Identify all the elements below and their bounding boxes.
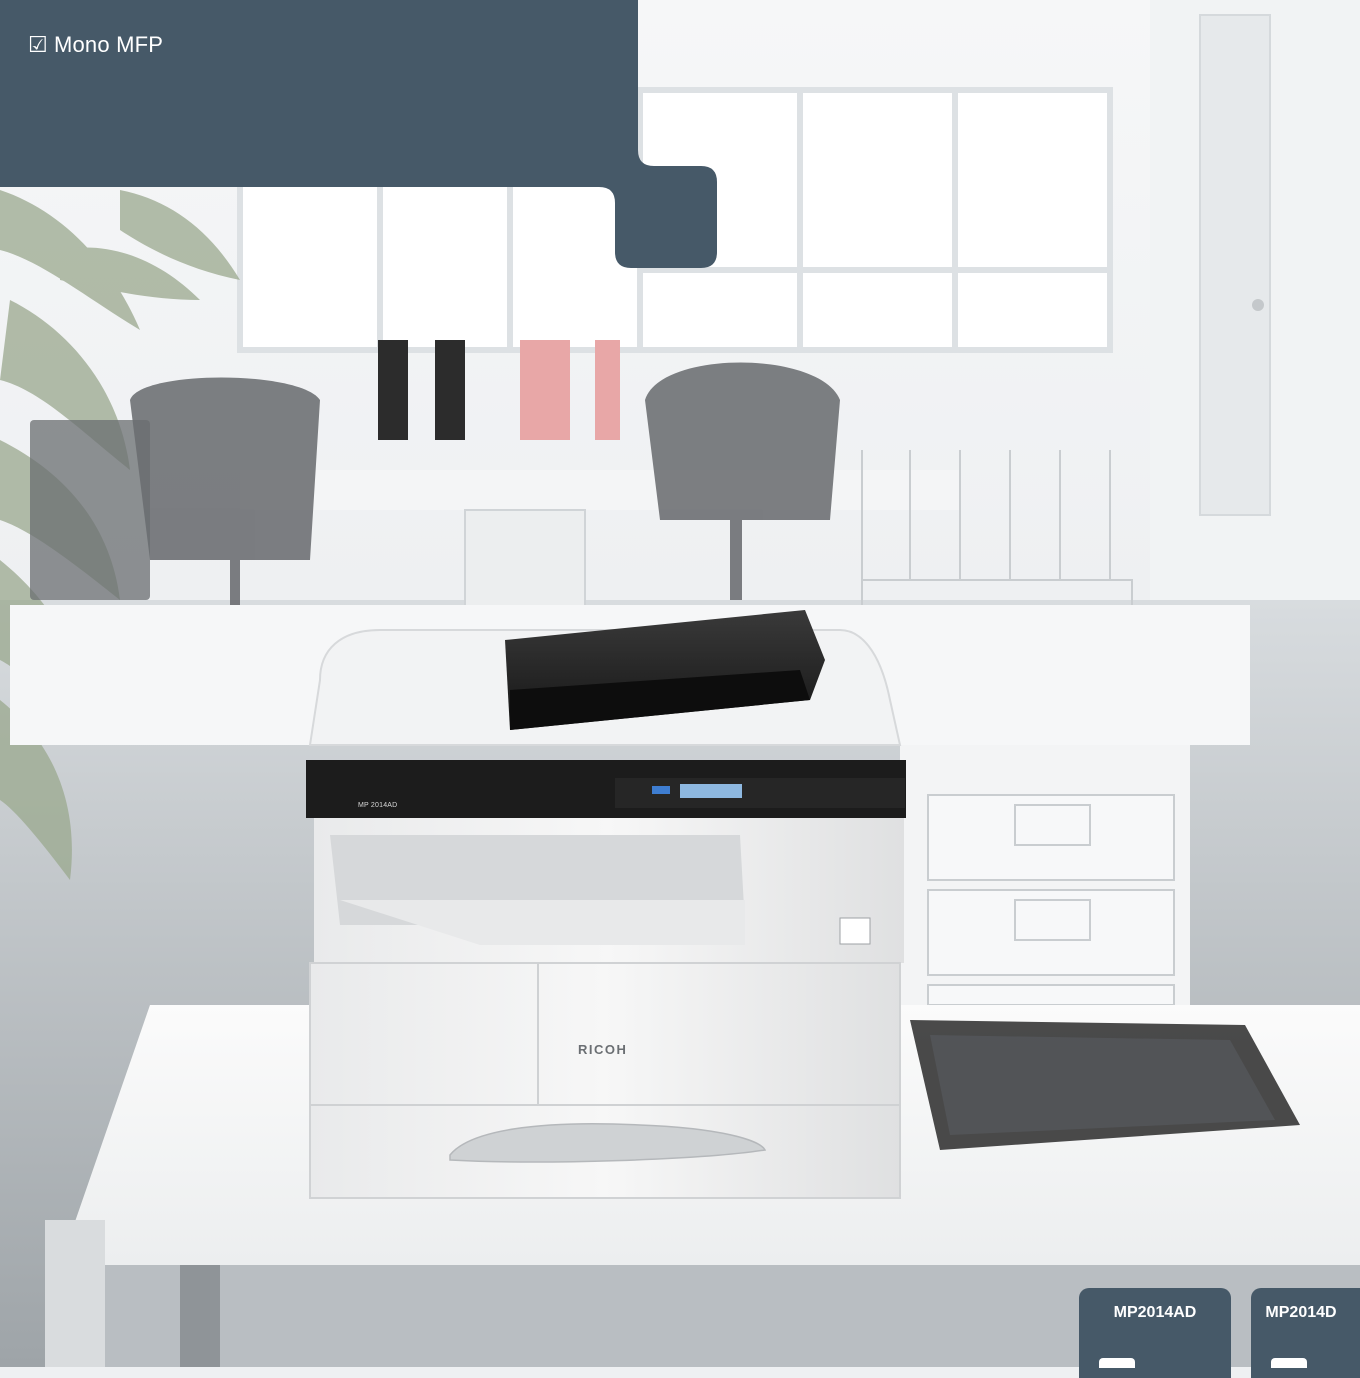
drawer-cabinet-illustration [927,794,1175,1006]
model-tab-label: MP2014D [1265,1304,1337,1321]
model-tab-mp2014d[interactable]: MP2014D [1251,1288,1360,1378]
category-label: ☑ Mono MFP [28,32,163,58]
model-tab-label: MP2014AD [1113,1304,1197,1321]
category-label-text: Mono MFP [53,32,164,57]
printer-model-plate: MP 2014AD [358,802,398,809]
office-scene-illustration [0,0,1360,1367]
printer-brand-logo: RICOH [578,1042,628,1057]
checkbox-icon: ☑ [28,32,48,57]
model-tab-mp2014ad[interactable]: MP2014AD [1079,1288,1231,1378]
